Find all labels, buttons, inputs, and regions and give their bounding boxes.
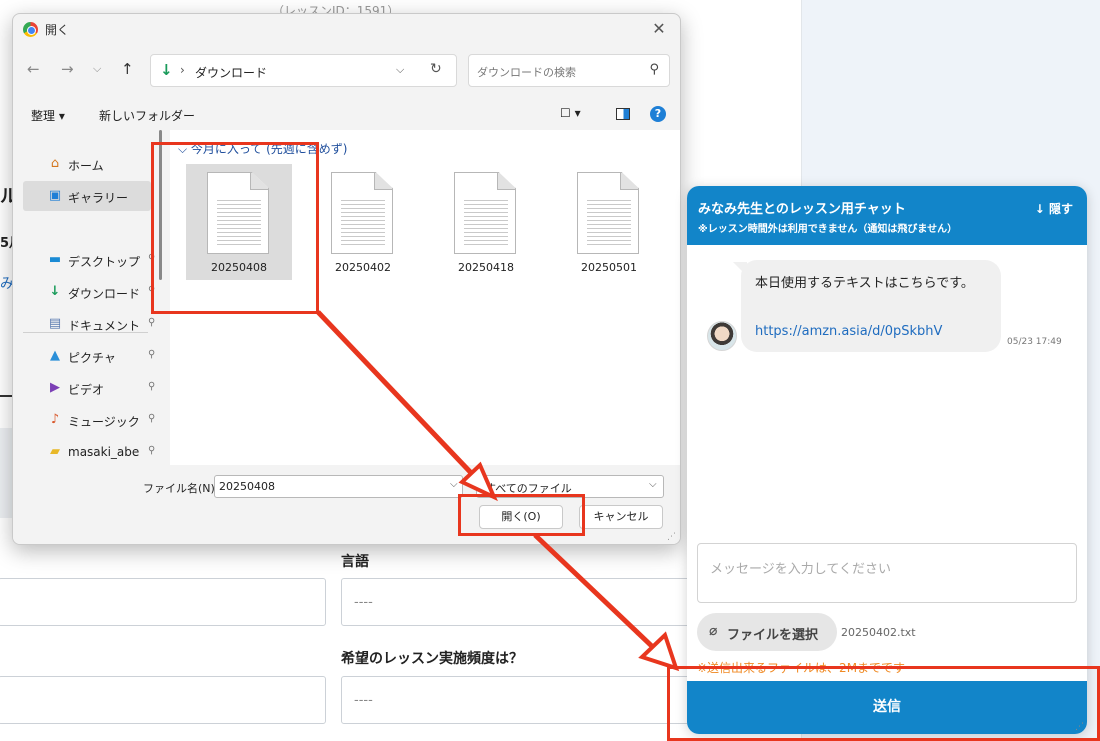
message-text: 本日使用するテキストはこちらです。 — [755, 276, 974, 291]
dialog-title: 開く — [45, 23, 70, 37]
annotation-box-send — [667, 666, 1100, 741]
language-select[interactable]: ---- — [341, 578, 701, 626]
nav-item-label: ピクチャ — [68, 351, 116, 365]
file-item[interactable]: 20250418 — [433, 164, 539, 280]
home-icon: ⌂ — [50, 156, 60, 171]
download-icon: ↓ — [160, 61, 173, 79]
address-bar[interactable]: ↓ › ダウンロード ⌵ ↻ — [150, 54, 457, 87]
chat-header: みなみ先生とのレッスン用チャット ※レッスン時間外は利用できません（通知は飛びま… — [687, 186, 1087, 245]
background-input-left-1[interactable] — [0, 578, 326, 626]
preview-pane-icon[interactable] — [616, 108, 630, 120]
message-timestamp: 05/23 17:49 — [1007, 337, 1062, 347]
text-file-icon — [331, 172, 393, 254]
nav-item-music[interactable]: ♪ ミュージック ⚲ — [23, 405, 155, 435]
nav-item-label: ミュージック — [68, 415, 140, 429]
pin-icon: ⚲ — [148, 445, 156, 456]
recent-locations-icon[interactable]: ⌵ — [93, 62, 101, 76]
chevron-down-icon[interactable]: ⌵ — [649, 479, 657, 490]
chrome-icon — [23, 22, 38, 37]
annotation-box-open — [458, 494, 585, 536]
gallery-icon: ▣ — [48, 188, 62, 203]
paperclip-icon: ⌀ — [709, 623, 718, 639]
filename-label: ファイル名(N): — [143, 482, 219, 495]
music-icon: ♪ — [50, 412, 60, 427]
pin-icon: ⚲ — [148, 381, 156, 392]
up-icon[interactable]: ↑ — [121, 60, 134, 78]
chat-subtitle: ※レッスン時間外は利用できません（通知は飛びません） — [698, 224, 958, 235]
chevron-down-icon[interactable]: ⌵ — [450, 479, 458, 490]
nav-item-label: ギャラリー — [68, 191, 129, 205]
lesson-chat-widget: みなみ先生とのレッスン用チャット ※レッスン時間外は利用できません（通知は飛びま… — [687, 186, 1087, 734]
pin-icon: ⚲ — [148, 317, 156, 328]
pin-icon: ⚲ — [148, 349, 156, 360]
pictures-icon: ▲ — [50, 348, 60, 363]
file-item[interactable]: 20250402 — [310, 164, 416, 280]
avatar — [707, 321, 737, 351]
nav-item-label: ダウンロード — [68, 287, 141, 301]
hide-chat-button[interactable]: ↓ 隠す — [1035, 200, 1073, 217]
organize-button[interactable]: 整理 ▾ — [31, 107, 65, 124]
back-icon[interactable]: ← — [27, 60, 40, 78]
nav-item-label: ビデオ — [68, 383, 105, 397]
folder-icon: ▰ — [50, 444, 60, 459]
chosen-file-name: 20250402.txt — [841, 626, 916, 639]
choose-file-label: ファイルを選択 — [727, 628, 819, 643]
command-bar: 整理 ▾ 新しいフォルダー ☐ ▾ ? — [13, 100, 680, 130]
pin-icon: ⚲ — [148, 413, 156, 424]
search-icon[interactable]: ⚲ — [649, 62, 659, 77]
view-options-button[interactable]: ☐ ▾ — [560, 106, 581, 120]
document-icon: ▤ — [48, 316, 62, 331]
cancel-button[interactable]: キャンセル — [579, 505, 663, 529]
chat-title: みなみ先生とのレッスン用チャット — [698, 202, 906, 217]
frequency-label: 希望のレッスン実施頻度は？ — [341, 651, 523, 667]
help-icon[interactable]: ? — [650, 106, 666, 122]
address-path[interactable]: ダウンロード — [195, 64, 267, 81]
nav-item-documents[interactable]: ▤ ドキュメント ⚲ — [23, 309, 155, 339]
language-label: 言語 — [341, 554, 369, 570]
choose-file-button[interactable]: ⌀ ファイルを選択 — [697, 613, 837, 651]
search-input[interactable]: ダウンロードの検索 ⚲ — [468, 54, 670, 87]
new-folder-button[interactable]: 新しいフォルダー — [99, 107, 195, 124]
filename-input[interactable]: 20250408 — [214, 475, 463, 498]
dialog-titlebar: 開く ✕ — [13, 14, 680, 44]
nav-item-home[interactable]: ⌂ ホーム — [23, 149, 151, 179]
search-placeholder: ダウンロードの検索 — [477, 66, 576, 79]
nav-item-gallery[interactable]: ▣ ギャラリー — [23, 181, 151, 211]
file-name: 20250501 — [581, 261, 637, 274]
nav-item-label: masaki_abe — [68, 445, 140, 459]
nav-item-masaki-abe[interactable]: ▰ masaki_abe ⚲ — [23, 437, 155, 467]
nav-item-label: ホーム — [68, 159, 104, 173]
forward-icon[interactable]: → — [61, 60, 74, 78]
text-file-icon — [577, 172, 639, 254]
chevron-right-icon: › — [180, 63, 185, 77]
nav-item-videos[interactable]: ▶ ビデオ ⚲ — [23, 373, 155, 403]
desktop-icon: ▬ — [48, 252, 62, 267]
message-link[interactable]: https://amzn.asia/d/0pSkbhV — [755, 320, 942, 344]
nav-item-label: デスクトップ — [68, 255, 141, 269]
video-icon: ▶ — [50, 380, 60, 395]
nav-item-desktop[interactable]: ▬ デスクトップ ⚲ — [23, 245, 155, 275]
close-icon[interactable]: ✕ — [646, 17, 672, 41]
file-item[interactable]: 20250501 — [556, 164, 662, 280]
nav-item-downloads[interactable]: ↓ ダウンロード ⚲ — [23, 277, 156, 307]
chevron-down-icon[interactable]: ⌵ — [396, 63, 404, 77]
background-input-left-2[interactable] — [0, 676, 326, 724]
message-input[interactable]: メッセージを入力してください — [697, 543, 1077, 603]
file-open-dialog: 開く ✕ ← → ⌵ ↑ ↓ › ダウンロード ⌵ ↻ ダウンロードの検索 ⚲ … — [12, 13, 681, 545]
file-name: 20250402 — [335, 261, 391, 274]
text-file-icon — [454, 172, 516, 254]
refresh-icon[interactable]: ↻ — [430, 61, 442, 77]
download-icon: ↓ — [49, 284, 61, 299]
file-name: 20250418 — [458, 261, 514, 274]
annotation-box-file — [151, 142, 319, 314]
annotation-arrowhead-2 — [638, 631, 680, 672]
navigation-pane: ⌂ ホーム ▣ ギャラリー ▬ デスクトップ ⚲ ↓ ダウンロード ⚲ ▤ ドキ… — [13, 130, 170, 465]
nav-item-label: ドキュメント — [68, 319, 141, 333]
frequency-select[interactable]: ---- — [341, 676, 701, 724]
message-bubble: 本日使用するテキストはこちらです。 https://amzn.asia/d/0p… — [733, 260, 1001, 352]
nav-item-pictures[interactable]: ▲ ピクチャ ⚲ — [23, 341, 155, 371]
resize-grip-icon[interactable]: ⋰ — [667, 532, 676, 542]
